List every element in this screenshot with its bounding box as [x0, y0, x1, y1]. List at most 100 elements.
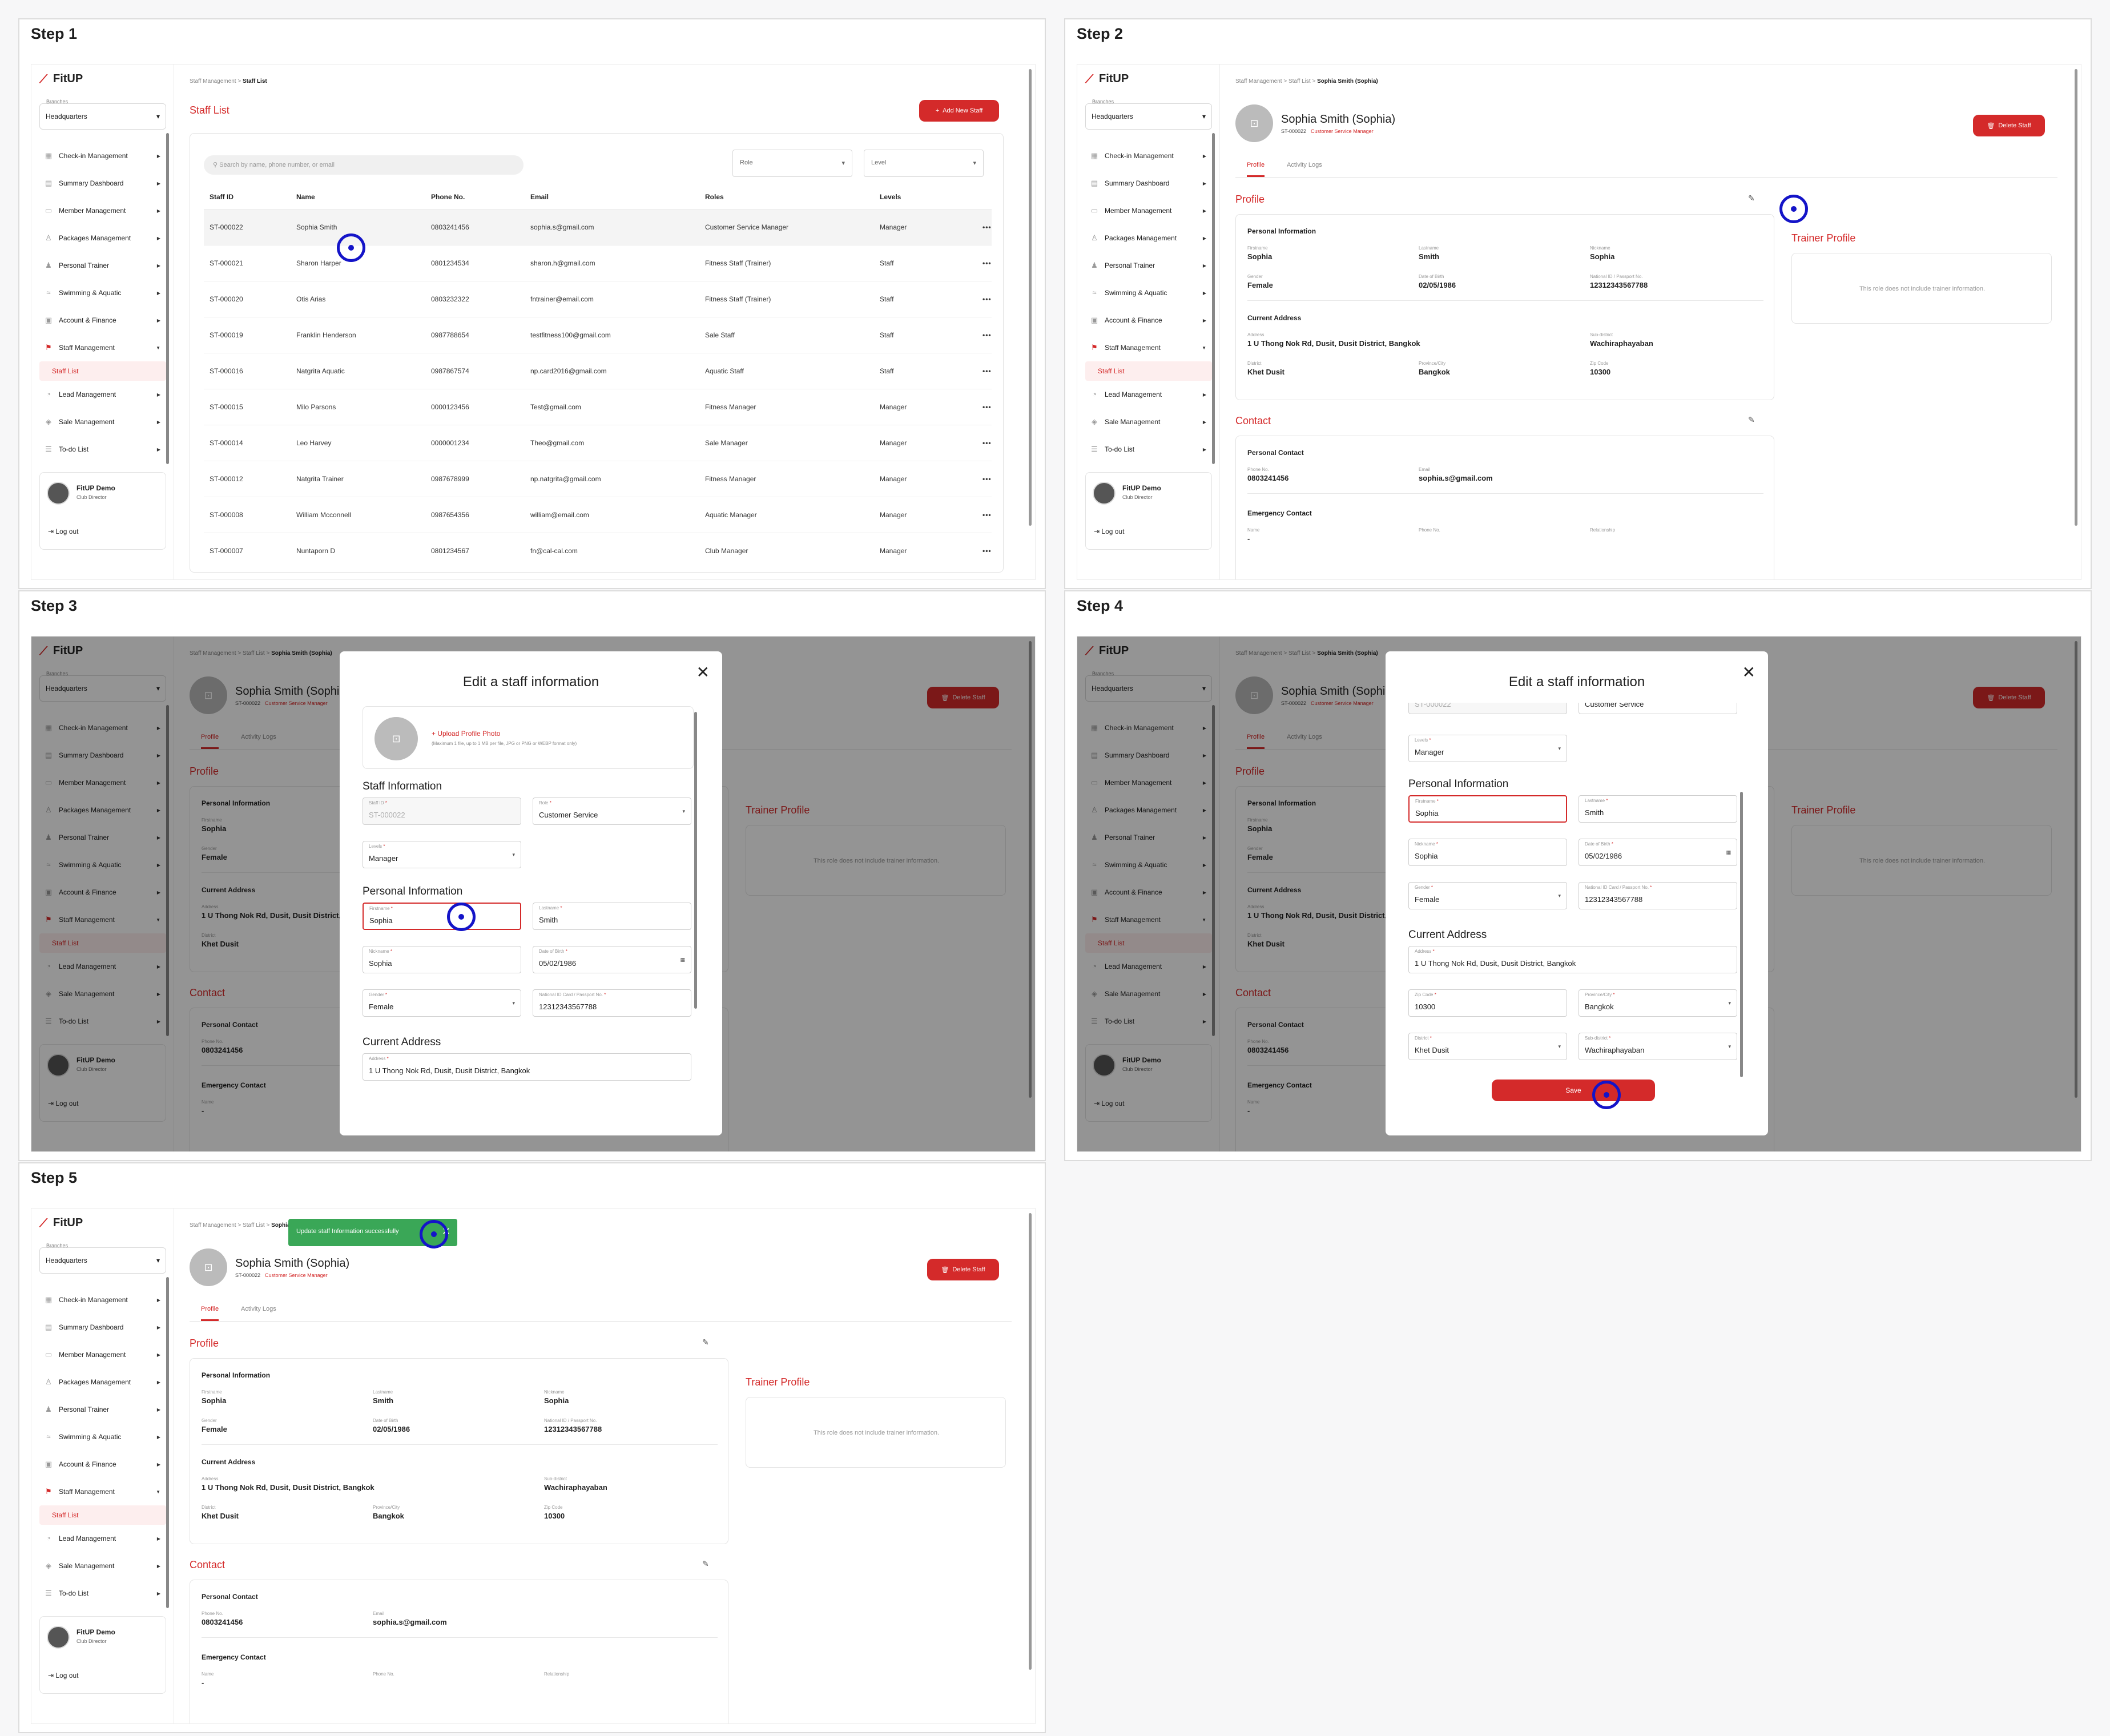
row-actions-icon[interactable]: •••: [977, 496, 992, 533]
delete-staff-button[interactable]: 🗑 Delete Staff: [927, 1259, 999, 1280]
level-filter[interactable]: Level ▾: [864, 150, 984, 177]
add-staff-button[interactable]: + Add New Staff: [919, 100, 999, 122]
sidebar-item-staff-list[interactable]: Staff List: [39, 1505, 166, 1525]
row-actions-icon[interactable]: •••: [977, 208, 992, 245]
sidebar-item-staff-list[interactable]: Staff List: [39, 361, 166, 381]
calendar-icon[interactable]: ▦: [1726, 849, 1731, 856]
lastname-field[interactable]: Lastname * Smith: [533, 903, 691, 930]
row-actions-icon[interactable]: •••: [977, 388, 992, 425]
breadcrumb-mid[interactable]: Staff List: [1288, 78, 1311, 84]
sidebar-item-member[interactable]: ▭ Member Management ▶: [39, 197, 166, 224]
sidebar-item-sale[interactable]: ◈ Sale Management ▶: [39, 408, 166, 436]
sidebar-item-staff[interactable]: ⚑ Staff Management ▼: [39, 1478, 166, 1505]
table-row[interactable]: ST-000014 Leo Harvey 0000001234 Theo@gmail.…: [204, 424, 992, 461]
table-row[interactable]: ST-000008 William Mcconnell 0987654356 will…: [204, 496, 992, 533]
calendar-icon[interactable]: ▦: [680, 957, 685, 963]
district-select[interactable]: District * Khet Dusit ▾: [1408, 1033, 1567, 1060]
sidebar-item-member[interactable]: ▭ Member Management ▶: [1085, 197, 1212, 224]
sidebar-item-trainer[interactable]: ♟ Personal Trainer ▶: [39, 1396, 166, 1423]
address-field[interactable]: Address * 1 U Thong Nok Rd, Dusit, Dusit …: [1408, 946, 1737, 973]
sidebar-item-finance[interactable]: ▣ Account & Finance ▶: [39, 307, 166, 334]
sidebar-item-todo[interactable]: ☰ To-do List ▶: [1085, 436, 1212, 463]
table-row[interactable]: ST-000015 Milo Parsons 0000123456 Test@gmai…: [204, 388, 992, 425]
breadcrumb-root[interactable]: Staff Management: [1235, 78, 1282, 84]
edit-contact-icon[interactable]: ✎: [702, 1559, 709, 1569]
branch-select[interactable]: Headquarters ▾: [39, 1247, 166, 1274]
page-scrollbar[interactable]: [1029, 1213, 1032, 1670]
firstname-field[interactable]: Firstname * Sophia: [1408, 795, 1567, 823]
sidebar-item-summary[interactable]: ▤ Summary Dashboard ▶: [39, 1314, 166, 1341]
edit-contact-icon[interactable]: ✎: [1748, 415, 1755, 425]
levels-select[interactable]: Levels * Manager ▾: [1408, 735, 1567, 762]
dob-field[interactable]: Date of Birth * 05/02/1986 ▦: [533, 946, 691, 973]
row-actions-icon[interactable]: •••: [977, 316, 992, 353]
modal-scrollbar[interactable]: [1740, 792, 1743, 1077]
breadcrumb-root[interactable]: Staff Management: [190, 1222, 236, 1229]
sidebar-item-packages[interactable]: ♙ Packages Management ▶: [1085, 224, 1212, 252]
row-actions-icon[interactable]: •••: [977, 424, 992, 461]
row-actions-icon[interactable]: •••: [977, 460, 992, 497]
table-row[interactable]: ST-000007 Nuntaporn D 0801234567 fn@cal-cal…: [204, 532, 992, 569]
nickname-field[interactable]: Nickname * Sophia: [1408, 839, 1567, 866]
subdistrict-select[interactable]: Sub-district * Wachiraphayaban ▾: [1579, 1033, 1737, 1060]
gender-select[interactable]: Gender * Female ▾: [363, 989, 521, 1017]
search-input[interactable]: ⚲ Search by name, phone number, or email: [204, 155, 524, 175]
sidebar-item-lead[interactable]: ◔ Lead Management ▶: [39, 381, 166, 408]
sidebar-item-swimming[interactable]: ≈ Swimming & Aquatic ▶: [39, 279, 166, 307]
sidebar-item-member[interactable]: ▭ Member Management ▶: [39, 1341, 166, 1368]
table-row[interactable]: ST-000016 Natgrita Aquatic 0987867574 np.ca…: [204, 352, 992, 389]
sidebar-scrollbar[interactable]: [166, 133, 169, 464]
sidebar-item-todo[interactable]: ☰ To-do List ▶: [39, 436, 166, 463]
national-id-field[interactable]: National ID Card / Passport No. * 1231234…: [1579, 882, 1737, 909]
sidebar-item-finance[interactable]: ▣ Account & Finance ▶: [39, 1451, 166, 1478]
sidebar-item-swimming[interactable]: ≈ Swimming & Aquatic ▶: [1085, 279, 1212, 307]
branch-select[interactable]: Headquarters ▾: [39, 103, 166, 130]
sidebar-scrollbar[interactable]: [166, 1277, 169, 1608]
logout-button[interactable]: ⇥ Log out: [48, 1671, 78, 1679]
logout-button[interactable]: ⇥ Log out: [1094, 527, 1124, 535]
dob-field[interactable]: Date of Birth * 05/02/1986 ▦: [1579, 839, 1737, 866]
table-row[interactable]: ST-000020 Otis Arias 0803232322 fntrainer@e…: [204, 280, 992, 317]
upload-photo-link[interactable]: + Upload Profile Photo: [432, 730, 500, 738]
tab-activity-logs[interactable]: Activity Logs: [241, 1306, 276, 1319]
table-row[interactable]: ST-000021 Sharon Harper 0801234534 sharon.h…: [204, 244, 992, 281]
sidebar-item-staff[interactable]: ⚑ Staff Management ▼: [39, 334, 166, 361]
sidebar-item-sale[interactable]: ◈ Sale Management ▶: [1085, 408, 1212, 436]
sidebar-item-summary[interactable]: ▤ Summary Dashboard ▶: [39, 170, 166, 197]
save-button[interactable]: Save: [1492, 1080, 1655, 1101]
levels-select[interactable]: Levels * Manager ▾: [363, 841, 521, 868]
close-icon[interactable]: ✕: [696, 663, 710, 682]
sidebar-item-check-in[interactable]: ▦ Check-in Management ▶: [1085, 142, 1212, 170]
tab-profile[interactable]: Profile: [1247, 162, 1265, 177]
row-actions-icon[interactable]: •••: [977, 244, 992, 281]
sidebar-item-summary[interactable]: ▤ Summary Dashboard ▶: [1085, 170, 1212, 197]
table-row[interactable]: ST-000022 Sophia Smith 0803241456 sophia.s@…: [204, 208, 992, 245]
sidebar-item-check-in[interactable]: ▦ Check-in Management ▶: [39, 1286, 166, 1314]
role-select[interactable]: Role * Customer Service ▾: [533, 797, 691, 825]
zip-field[interactable]: Zip Code * 10300: [1408, 989, 1567, 1017]
branch-select[interactable]: Headquarters ▾: [1085, 103, 1212, 130]
sidebar-item-finance[interactable]: ▣ Account & Finance ▶: [1085, 307, 1212, 334]
lastname-field[interactable]: Lastname * Smith: [1579, 795, 1737, 823]
sidebar-scrollbar[interactable]: [1212, 133, 1215, 464]
page-scrollbar[interactable]: [1029, 69, 1032, 526]
row-actions-icon[interactable]: •••: [977, 280, 992, 317]
close-icon[interactable]: ✕: [1742, 663, 1755, 682]
role-filter[interactable]: Role ▾: [732, 150, 852, 177]
sidebar-item-packages[interactable]: ♙ Packages Management ▶: [39, 1368, 166, 1396]
province-select[interactable]: Province/City * Bangkok ▾: [1579, 989, 1737, 1017]
modal-scrollbar[interactable]: [694, 712, 697, 1009]
sidebar-item-staff[interactable]: ⚑ Staff Management ▼: [1085, 334, 1212, 361]
sidebar-item-lead[interactable]: ◔ Lead Management ▶: [1085, 381, 1212, 408]
sidebar-item-packages[interactable]: ♙ Packages Management ▶: [39, 224, 166, 252]
edit-profile-icon[interactable]: ✎: [1748, 194, 1755, 203]
role-select[interactable]: Customer Service ▾: [1579, 703, 1737, 714]
breadcrumb-root[interactable]: Staff Management: [190, 78, 236, 84]
tab-profile[interactable]: Profile: [201, 1306, 219, 1321]
edit-profile-icon[interactable]: ✎: [702, 1338, 709, 1347]
sidebar-item-sale[interactable]: ◈ Sale Management ▶: [39, 1552, 166, 1580]
sidebar-item-staff-list[interactable]: Staff List: [1085, 361, 1212, 381]
sidebar-item-check-in[interactable]: ▦ Check-in Management ▶: [39, 142, 166, 170]
sidebar-item-todo[interactable]: ☰ To-do List ▶: [39, 1580, 166, 1607]
sidebar-item-swimming[interactable]: ≈ Swimming & Aquatic ▶: [39, 1423, 166, 1451]
